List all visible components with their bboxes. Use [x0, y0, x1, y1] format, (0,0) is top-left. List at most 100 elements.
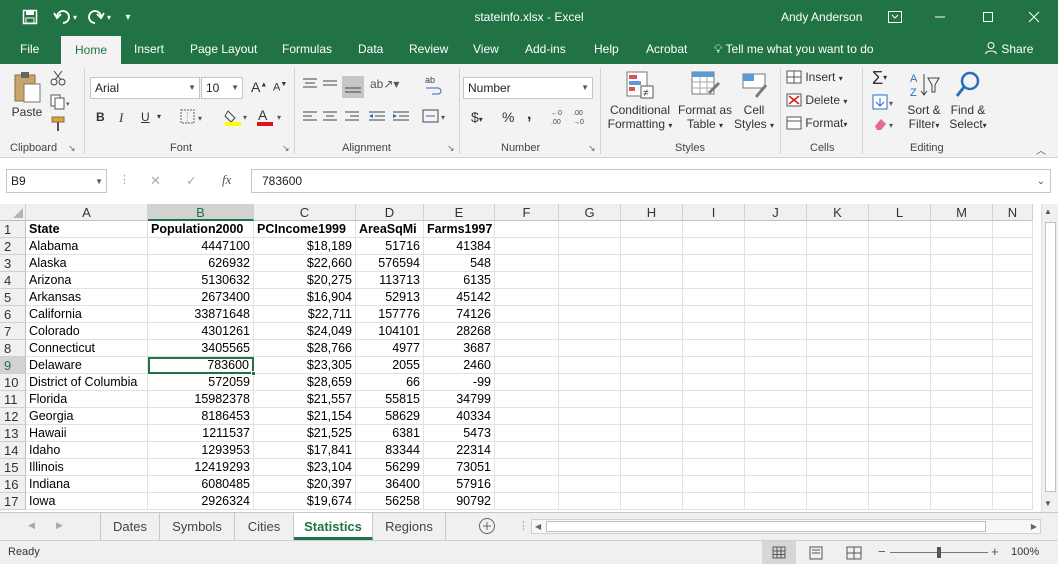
table-cell[interactable] — [931, 238, 993, 255]
format-as-table-button[interactable]: Format as Table ▾ — [677, 70, 733, 131]
row-header[interactable]: 13 — [0, 425, 26, 442]
table-cell[interactable]: 1211537 — [148, 425, 254, 442]
table-cell[interactable] — [621, 238, 683, 255]
table-cell[interactable]: 548 — [424, 255, 495, 272]
scroll-up-icon[interactable]: ▲ — [1044, 207, 1052, 216]
table-cell[interactable] — [931, 272, 993, 289]
column-header-n[interactable]: N — [993, 204, 1033, 221]
table-cell[interactable] — [683, 272, 745, 289]
decrease-font-icon[interactable]: A▼ — [273, 81, 287, 94]
table-cell[interactable] — [621, 340, 683, 357]
table-cell[interactable]: AreaSqMi — [356, 221, 424, 238]
table-cell[interactable]: 8186453 — [148, 408, 254, 425]
underline-button[interactable]: U — [141, 110, 150, 124]
fill-icon[interactable]: ▾ — [872, 94, 896, 113]
table-cell[interactable] — [931, 255, 993, 272]
close-icon[interactable] — [1014, 0, 1054, 34]
tab-page-layout[interactable]: Page Layout — [190, 34, 257, 64]
zoom-slider-thumb[interactable] — [937, 547, 941, 558]
table-cell[interactable] — [745, 289, 807, 306]
table-cell[interactable] — [993, 255, 1033, 272]
decrease-decimal-icon[interactable]: .00 →0 — [573, 108, 591, 129]
number-format-select[interactable]: Number ▼ — [463, 77, 593, 99]
table-cell[interactable] — [869, 238, 931, 255]
table-cell[interactable] — [869, 340, 931, 357]
decrease-indent-icon[interactable] — [368, 110, 386, 127]
table-cell[interactable] — [621, 374, 683, 391]
table-cell[interactable] — [807, 391, 869, 408]
table-cell[interactable]: 34799 — [424, 391, 495, 408]
table-cell[interactable] — [993, 323, 1033, 340]
table-cell[interactable] — [559, 340, 621, 357]
formula-input[interactable]: 783600 ⌄ — [251, 169, 1051, 193]
table-cell[interactable] — [495, 391, 559, 408]
table-cell[interactable] — [621, 493, 683, 510]
table-cell[interactable] — [869, 323, 931, 340]
table-cell[interactable]: 66 — [356, 374, 424, 391]
tab-view[interactable]: View — [473, 34, 499, 64]
table-cell[interactable] — [559, 323, 621, 340]
maximize-icon[interactable] — [968, 0, 1008, 34]
redo-dropdown-icon[interactable]: ▾ — [104, 0, 114, 34]
table-cell[interactable] — [559, 255, 621, 272]
table-cell[interactable] — [869, 221, 931, 238]
table-cell[interactable] — [993, 238, 1033, 255]
table-cell[interactable] — [807, 357, 869, 374]
table-cell[interactable]: PCIncome1999 — [254, 221, 356, 238]
font-launcher-icon[interactable]: ↘ — [282, 143, 290, 154]
align-bottom-icon[interactable] — [342, 76, 364, 98]
table-cell[interactable]: 3405565 — [148, 340, 254, 357]
table-cell[interactable]: 58629 — [356, 408, 424, 425]
table-cell[interactable] — [931, 493, 993, 510]
table-cell[interactable] — [621, 442, 683, 459]
number-launcher-icon[interactable]: ↘ — [588, 143, 596, 154]
table-cell[interactable] — [683, 255, 745, 272]
save-icon[interactable] — [18, 0, 42, 34]
table-cell[interactable] — [621, 289, 683, 306]
table-cell[interactable] — [495, 459, 559, 476]
name-box[interactable]: B9 ▼ — [6, 169, 107, 193]
row-header[interactable]: 11 — [0, 391, 26, 408]
table-cell[interactable]: 113713 — [356, 272, 424, 289]
table-cell[interactable] — [993, 391, 1033, 408]
table-cell[interactable] — [745, 357, 807, 374]
row-header[interactable]: 2 — [0, 238, 26, 255]
table-cell[interactable]: $17,841 — [254, 442, 356, 459]
table-cell[interactable] — [745, 306, 807, 323]
table-cell[interactable]: 73051 — [424, 459, 495, 476]
sheet-tab-cities[interactable]: Cities — [235, 513, 294, 540]
table-cell[interactable]: Arizona — [26, 272, 148, 289]
tab-add-ins[interactable]: Add-ins — [525, 34, 566, 64]
table-cell[interactable] — [683, 425, 745, 442]
table-cell[interactable] — [621, 476, 683, 493]
table-cell[interactable] — [869, 408, 931, 425]
table-cell[interactable]: 33871648 — [148, 306, 254, 323]
column-header-i[interactable]: I — [683, 204, 745, 221]
table-cell[interactable]: 2460 — [424, 357, 495, 374]
table-cell[interactable] — [621, 323, 683, 340]
horizontal-scroll-thumb[interactable] — [546, 521, 986, 532]
table-cell[interactable] — [993, 374, 1033, 391]
table-cell[interactable] — [559, 357, 621, 374]
table-cell[interactable]: State — [26, 221, 148, 238]
table-cell[interactable] — [869, 272, 931, 289]
row-header[interactable]: 14 — [0, 442, 26, 459]
active-cell[interactable]: 783600 — [148, 357, 254, 374]
wrap-text-icon[interactable]: ab — [424, 74, 442, 99]
table-cell[interactable]: 4447100 — [148, 238, 254, 255]
delete-cells-button[interactable]: Delete ▾ — [786, 93, 847, 110]
table-cell[interactable] — [993, 357, 1033, 374]
row-header[interactable]: 9 — [0, 357, 26, 374]
table-cell[interactable] — [931, 408, 993, 425]
row-header[interactable]: 16 — [0, 476, 26, 493]
table-cell[interactable] — [869, 493, 931, 510]
currency-button[interactable]: $▾ — [471, 109, 483, 125]
table-cell[interactable] — [621, 408, 683, 425]
table-cell[interactable] — [559, 238, 621, 255]
table-cell[interactable] — [621, 459, 683, 476]
table-cell[interactable]: $16,904 — [254, 289, 356, 306]
column-header-g[interactable]: G — [559, 204, 621, 221]
customize-toolbar-icon[interactable]: ▾ — [120, 0, 136, 34]
table-cell[interactable]: 576594 — [356, 255, 424, 272]
table-cell[interactable] — [495, 493, 559, 510]
